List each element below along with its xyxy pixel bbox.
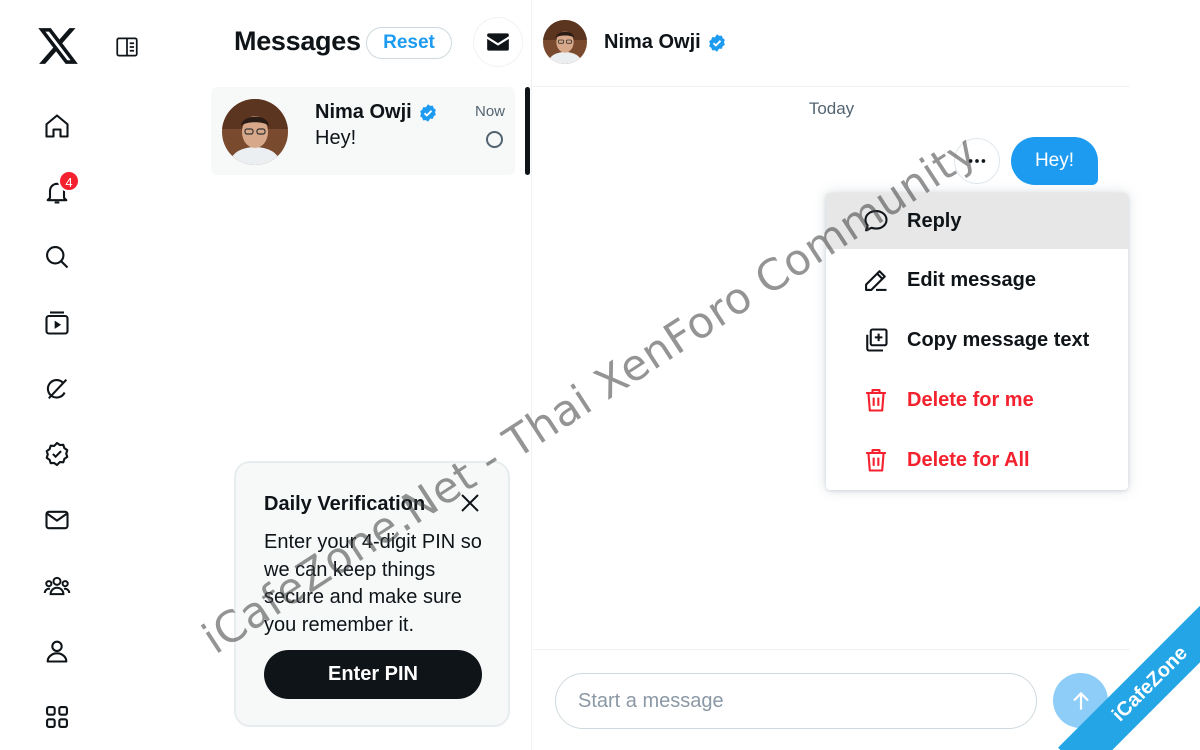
- grok-icon[interactable]: [40, 372, 74, 406]
- conversation-time: Now: [474, 103, 505, 120]
- message-input[interactable]: [555, 673, 1037, 729]
- envelope-icon: [487, 33, 509, 51]
- message-bubble[interactable]: Hey!: [1011, 137, 1098, 185]
- menu-item-delete-for-me[interactable]: Delete for me: [826, 372, 1128, 428]
- trash-icon: [862, 386, 890, 414]
- sidebar-nav: 4: [0, 0, 115, 750]
- page-title: Messages: [234, 26, 361, 56]
- search-icon[interactable]: [40, 240, 74, 274]
- x-logo-icon[interactable]: [34, 24, 82, 68]
- pencil-icon: [862, 266, 890, 294]
- enter-pin-button[interactable]: Enter PIN: [264, 650, 482, 699]
- conversation-preview: Hey!: [315, 127, 357, 149]
- menu-item-label: Copy message text: [907, 328, 1090, 351]
- close-icon[interactable]: [458, 491, 482, 515]
- notification-count-badge: 4: [58, 170, 80, 192]
- menu-item-label: Edit message: [907, 268, 1036, 291]
- profile-icon[interactable]: [40, 634, 74, 668]
- mail-icon[interactable]: [40, 503, 74, 537]
- trash-icon: [862, 446, 890, 474]
- new-message-button[interactable]: [473, 17, 523, 67]
- conversation-name: Nima Owji: [315, 101, 412, 123]
- video-icon[interactable]: [40, 306, 74, 340]
- menu-item-edit-message[interactable]: Edit message: [826, 252, 1128, 308]
- chat-header[interactable]: Nima Owji: [533, 0, 1130, 87]
- menu-item-label: Delete for me: [907, 388, 1034, 411]
- avatar: [222, 99, 288, 165]
- verification-body: Enter your 4-digit PIN so we can keep th…: [264, 531, 482, 636]
- verified-check-icon: [707, 33, 727, 53]
- more-apps-icon[interactable]: [40, 700, 74, 734]
- menu-item-copy-message-text[interactable]: Copy message text: [826, 312, 1128, 368]
- menu-item-label: Reply: [907, 209, 962, 232]
- avatar[interactable]: [543, 20, 587, 64]
- menu-item-reply[interactable]: Reply: [826, 193, 1128, 249]
- scrollbar[interactable]: [525, 87, 530, 175]
- menu-item-delete-for-all[interactable]: Delete for All: [826, 432, 1128, 488]
- communities-icon[interactable]: [40, 569, 74, 603]
- message-composer: [533, 649, 1130, 750]
- reset-button[interactable]: Reset: [366, 27, 452, 59]
- verified-check-icon: [418, 103, 438, 123]
- arrow-up-icon: [1072, 691, 1089, 710]
- copy-icon: [862, 326, 890, 354]
- day-divider: Today: [808, 99, 855, 118]
- conversation-list-panel: Messages Reset Nima Owji Now Hey! Daily …: [200, 0, 532, 750]
- home-icon[interactable]: [40, 109, 74, 143]
- message-context-menu: Reply Edit message Copy message text Del…: [826, 193, 1128, 490]
- conversation-item[interactable]: Nima Owji Now Hey!: [211, 87, 515, 175]
- unread-indicator-icon: [486, 131, 503, 148]
- reply-bubble-icon: [862, 207, 890, 235]
- chat-panel: Nima Owji Today Hey! Reply Edit message …: [533, 0, 1130, 750]
- daily-verification-card: Daily Verification Enter your 4-digit PI…: [234, 461, 510, 727]
- verification-title: Daily Verification: [264, 493, 426, 515]
- sidebar-panel-icon[interactable]: [114, 34, 140, 60]
- menu-item-label: Delete for All: [907, 448, 1030, 471]
- chat-contact-name: Nima Owji: [604, 31, 701, 53]
- more-dots-icon: [968, 159, 986, 163]
- verified-badge-icon[interactable]: [40, 437, 74, 471]
- message-more-button[interactable]: [954, 138, 1000, 184]
